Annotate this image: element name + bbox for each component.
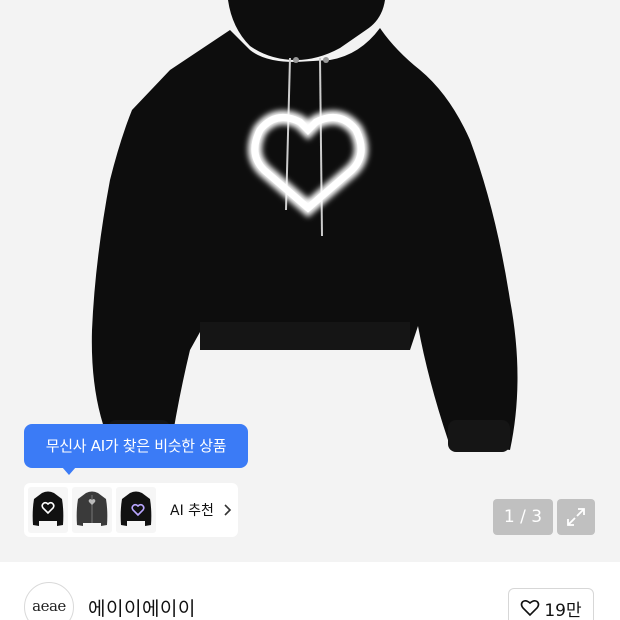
image-counter: 1 / 3 (493, 499, 553, 535)
ai-recommend-link[interactable]: AI 추천 (170, 500, 232, 520)
like-count: 19만 (544, 600, 582, 620)
expand-icon (567, 508, 585, 526)
ai-recommend-strip[interactable]: AI 추천 (24, 483, 238, 537)
hoodie-purple-heart-icon[interactable] (116, 487, 156, 533)
ai-similar-tooltip[interactable]: 무신사 AI가 찾은 비슷한 상품 (24, 424, 248, 475)
product-image-gallery[interactable]: 무신사 AI가 찾은 비슷한 상품 AI 추천 1 / 3 (0, 0, 620, 562)
like-button[interactable]: 19만 (508, 588, 594, 620)
zip-hoodie-heart-icon[interactable] (72, 487, 112, 533)
expand-button[interactable] (557, 499, 595, 535)
chevron-right-icon (224, 504, 232, 516)
brand-logo[interactable]: aeae (24, 582, 74, 620)
brand-logo-text: aeae (32, 597, 66, 615)
ai-recommend-label: AI 추천 (170, 503, 214, 519)
brand-bar: aeae 에이이에이이 19만 (0, 562, 620, 620)
product-image (91, 0, 518, 452)
brand-name[interactable]: 에이이에이이 (88, 594, 196, 620)
heart-icon (521, 599, 540, 617)
hoodie-heart-black-icon[interactable] (28, 487, 68, 533)
